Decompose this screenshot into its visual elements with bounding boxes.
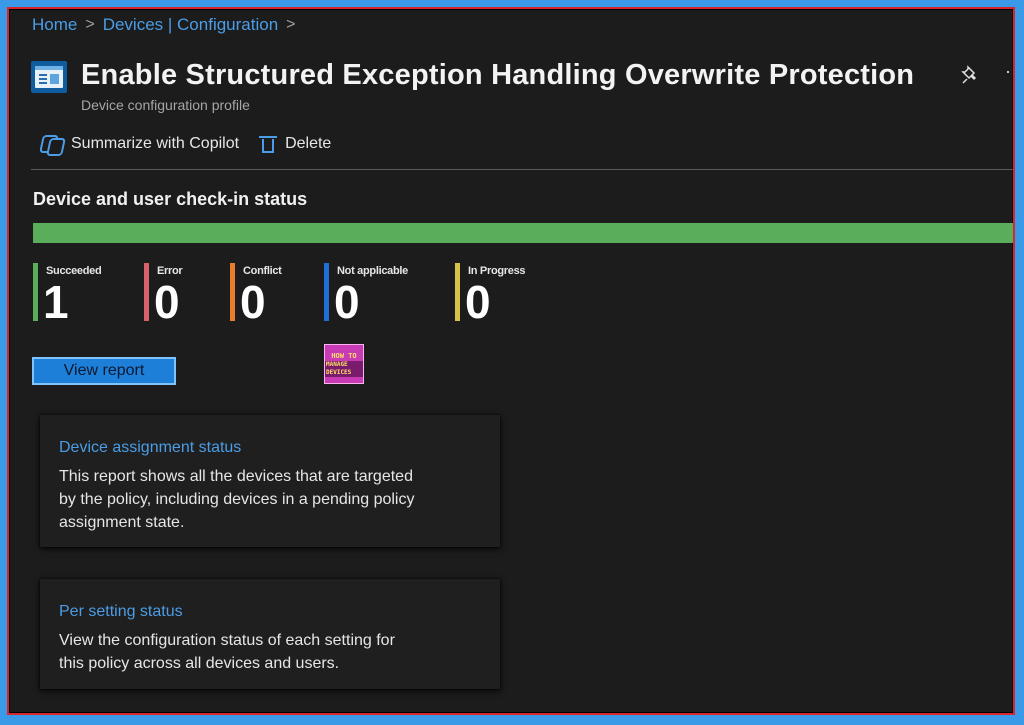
- logo-line-2: MANAGE DEVICES: [325, 360, 363, 377]
- divider: [31, 169, 1013, 170]
- checkin-status-heading: Device and user check-in status: [33, 189, 308, 209]
- screenshot-frame: Home > Devices | Configuration > Enable …: [7, 7, 1015, 715]
- stat-color-bar: [324, 263, 329, 321]
- checkin-progress-fill-succeeded: [33, 223, 1013, 243]
- card-title-link[interactable]: Per setting status: [59, 603, 183, 621]
- breadcrumb-separator: >: [85, 16, 95, 33]
- page-title: Enable Structured Exception Handling Ove…: [81, 59, 915, 91]
- delete-label: Delete: [285, 135, 332, 152]
- page-header: Enable Structured Exception Handling Ove…: [31, 57, 914, 113]
- card-title-link[interactable]: Device assignment status: [59, 439, 241, 457]
- stat-value: 0: [334, 276, 360, 328]
- card-description: This report shows all the devices that a…: [59, 468, 415, 531]
- stat-color-bar: [230, 263, 235, 321]
- stat-color-bar: [33, 263, 38, 321]
- logo-line-1: HOW TO: [331, 351, 357, 360]
- stat-value: 1: [43, 276, 69, 328]
- stat-value: 0: [154, 276, 180, 328]
- breadcrumb: Home > Devices | Configuration >: [32, 15, 296, 35]
- stat-value: 0: [465, 276, 491, 328]
- stat-color-bar: [455, 263, 460, 321]
- breadcrumb-devices-configuration[interactable]: Devices | Configuration: [103, 15, 278, 35]
- breadcrumb-separator: >: [286, 16, 296, 33]
- device-assignment-status-card[interactable]: Device assignment status This report sho…: [40, 415, 500, 547]
- copilot-icon: [39, 135, 66, 156]
- stat-color-bar: [144, 263, 149, 321]
- device-configuration-profile-icon: [31, 61, 67, 93]
- per-setting-status-card[interactable]: Per setting status View the configuratio…: [40, 579, 500, 689]
- pin-icon[interactable]: [961, 65, 981, 91]
- breadcrumb-home[interactable]: Home: [32, 15, 77, 35]
- card-description: View the configuration status of each se…: [59, 632, 395, 672]
- trash-icon: [259, 135, 278, 153]
- summarize-with-copilot-button[interactable]: Summarize with Copilot: [39, 135, 240, 156]
- checkin-progress-bar: [33, 223, 1013, 243]
- page-subtitle: Device configuration profile: [81, 97, 250, 113]
- summarize-with-copilot-label: Summarize with Copilot: [71, 135, 240, 152]
- delete-button[interactable]: Delete: [259, 135, 332, 153]
- view-report-button[interactable]: View report: [32, 357, 176, 385]
- command-bar: Summarize with Copilot Delete: [39, 135, 332, 156]
- stat-value: 0: [240, 276, 266, 328]
- how-to-manage-devices-logo: HOW TO MANAGE DEVICES: [324, 344, 364, 384]
- more-options-icon[interactable]: ·: [1005, 61, 1011, 82]
